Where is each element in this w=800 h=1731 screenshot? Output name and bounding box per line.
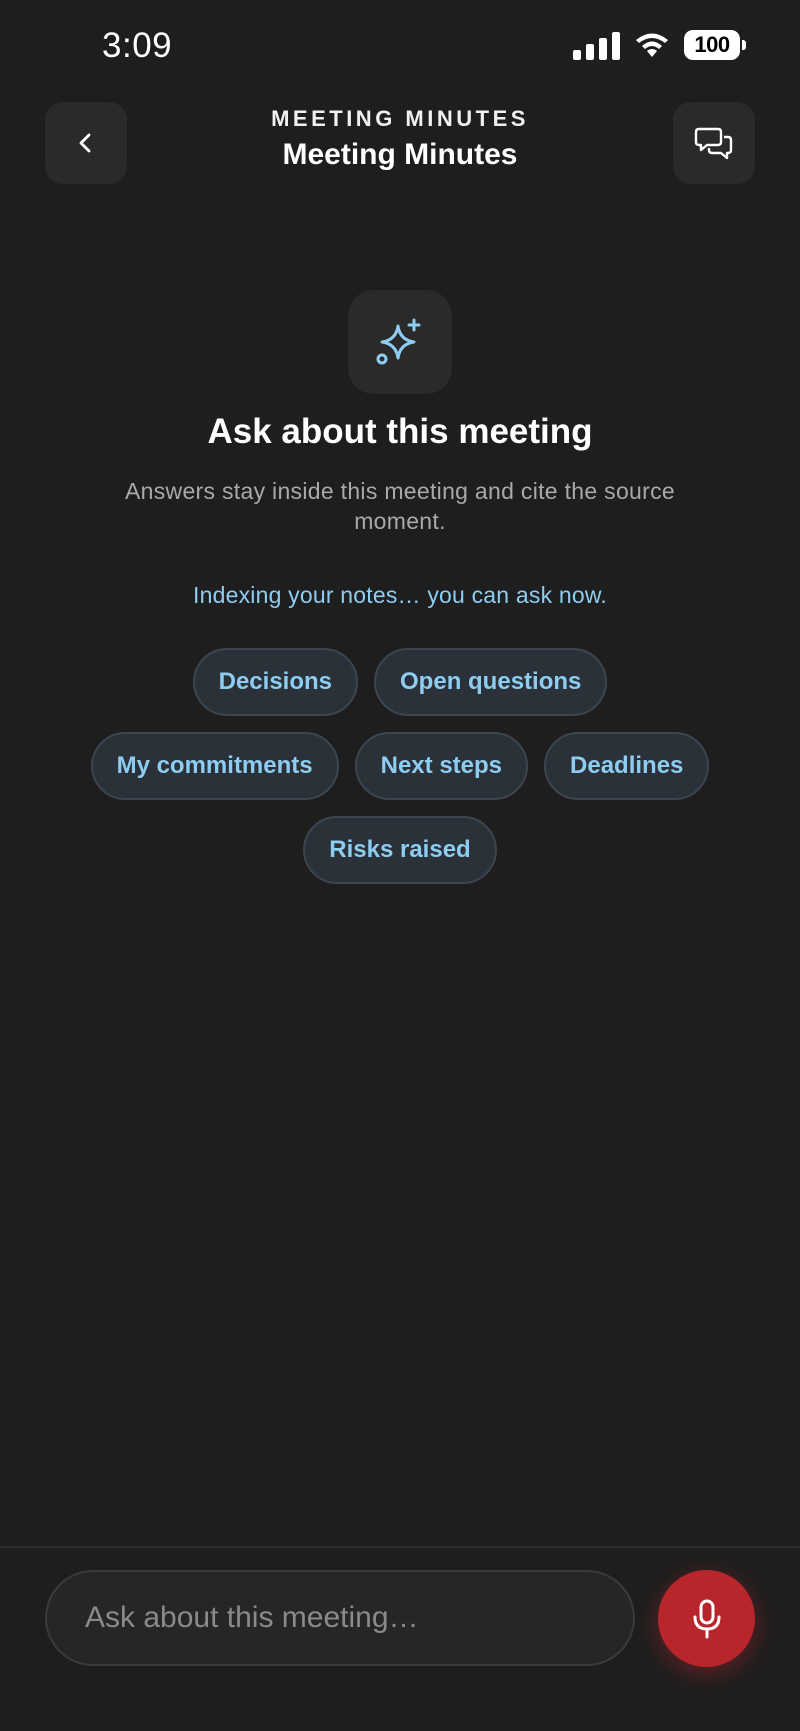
wifi-icon (636, 33, 668, 57)
battery-level: 100 (694, 32, 730, 57)
mic-button[interactable] (658, 1570, 755, 1667)
battery-icon: 100 (684, 30, 746, 60)
chip-deadlines[interactable]: Deadlines (544, 732, 710, 800)
chat-history-button[interactable] (673, 102, 755, 184)
indexing-status: Indexing your notes… you can ask now. (193, 582, 607, 608)
chip-open-questions[interactable]: Open questions (374, 648, 608, 716)
sparkle-icon (376, 318, 421, 365)
chip-risks-raised[interactable]: Risks raised (303, 816, 497, 884)
hero-title: Ask about this meeting (207, 412, 593, 451)
status-time: 3:09 (102, 26, 173, 65)
status-icons: 100 (573, 30, 746, 60)
status-bar: 3:09 100 (0, 0, 800, 96)
suggestion-chips: Decisions Open questions My commitments … (70, 648, 730, 884)
ask-input[interactable] (45, 1570, 635, 1666)
chip-decisions[interactable]: Decisions (192, 648, 359, 716)
microphone-icon (693, 1599, 720, 1638)
footer-divider (0, 1546, 800, 1548)
chat-bubbles-icon (694, 127, 733, 160)
signal-icon (573, 30, 620, 60)
hero-subtitle: Answers stay inside this meeting and cit… (125, 478, 675, 534)
chip-my-commitments[interactable]: My commitments (90, 732, 339, 800)
header: MEETING MINUTES Meeting Minutes (0, 102, 800, 186)
chip-next-steps[interactable]: Next steps (354, 732, 529, 800)
hero-icon-tile (348, 290, 452, 394)
